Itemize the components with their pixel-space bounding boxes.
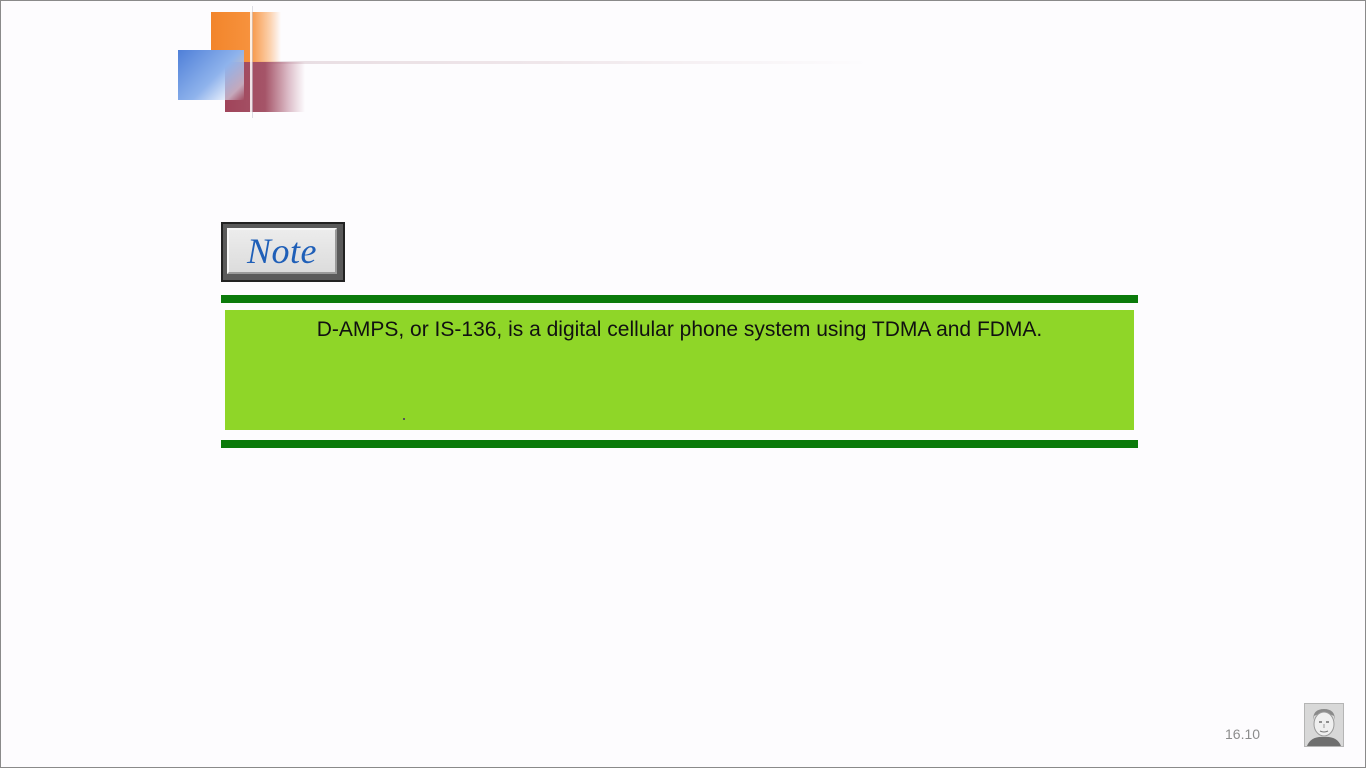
decorative-line xyxy=(211,61,871,64)
note-label: Note xyxy=(247,231,317,271)
blue-square xyxy=(178,50,244,100)
note-badge: Note xyxy=(221,222,345,282)
note-bottom-bar xyxy=(221,440,1138,448)
note-text: D-AMPS, or IS-136, is a digital cellular… xyxy=(316,318,1043,341)
presenter-photo-icon xyxy=(1305,704,1343,746)
presenter-avatar-icon xyxy=(1304,703,1344,747)
speck xyxy=(403,418,405,420)
note-box: D-AMPS, or IS-136, is a digital cellular… xyxy=(225,310,1134,430)
header-decoration xyxy=(171,6,891,121)
note-badge-face: Note xyxy=(227,228,337,274)
decorative-vertical-line xyxy=(250,6,252,118)
note-top-bar xyxy=(221,295,1138,303)
page-number: 16.10 xyxy=(1225,726,1261,742)
slide: Note D-AMPS, or IS-136, is a digital cel… xyxy=(0,0,1366,768)
